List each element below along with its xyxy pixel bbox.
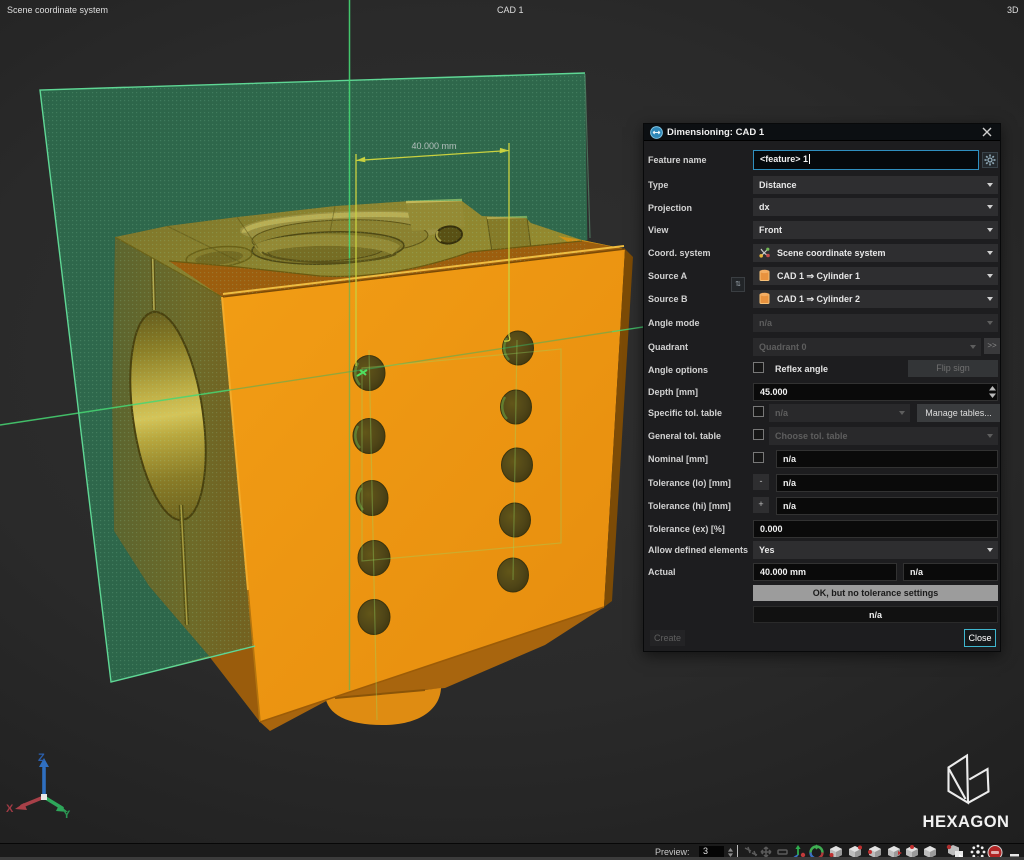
svg-text:X: X [6,803,14,815]
svg-text:Y: Y [63,809,71,821]
svg-text:HEXAGON: HEXAGON [923,813,1010,831]
svg-text:Z: Z [38,752,45,764]
svg-text:40.000 mm: 40.000 mm [411,141,456,151]
